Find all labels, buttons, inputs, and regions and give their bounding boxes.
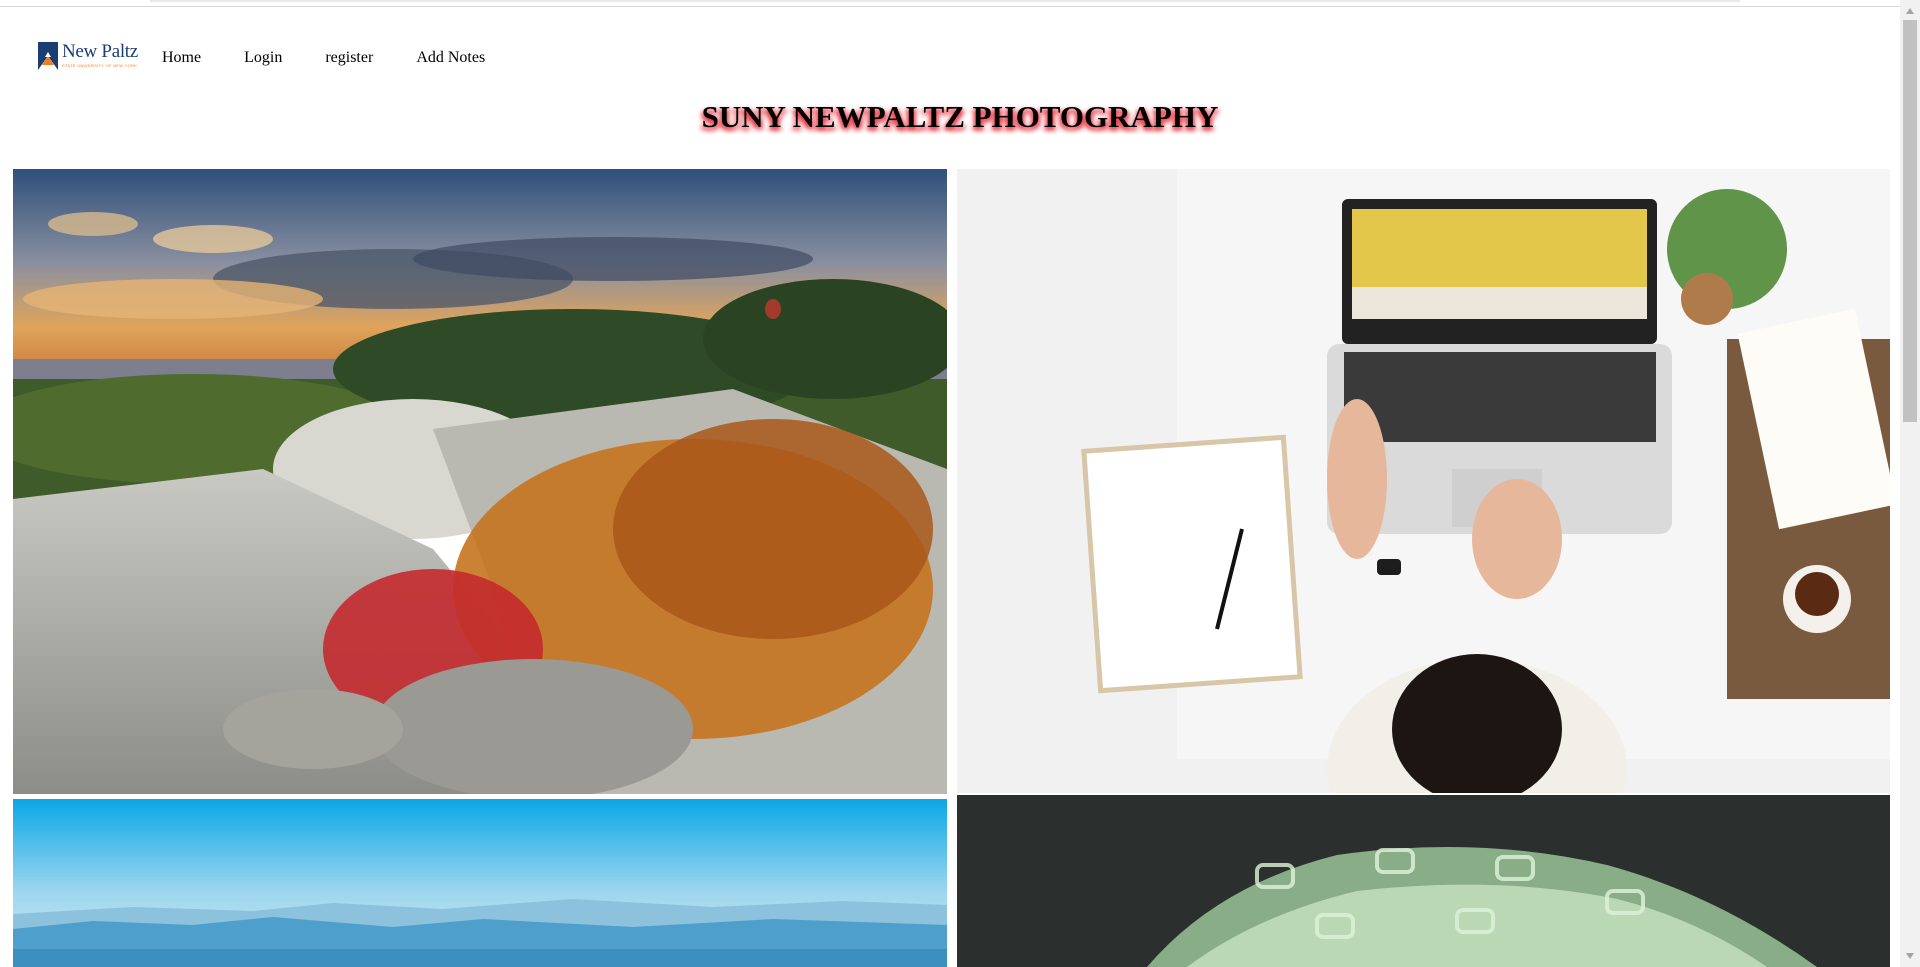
gallery-photo-blue-mountains[interactable] (13, 799, 947, 967)
gallery-photo-green-links[interactable] (957, 795, 1890, 967)
laptop-desk-image (957, 169, 1890, 793)
nav-link-add-notes[interactable]: Add Notes (416, 36, 485, 80)
autumn-ridge-image (13, 169, 947, 794)
green-links-image (957, 795, 1890, 967)
blue-mountains-image (13, 799, 947, 967)
scroll-up-arrow-icon[interactable] (1906, 8, 1914, 14)
logo-mark-icon (38, 42, 58, 70)
scroll-down-arrow-icon[interactable] (1906, 953, 1914, 959)
main-nav: New Paltz STATE UNIVERSITY OF NEW YORK H… (38, 36, 528, 80)
scrollbar-thumb[interactable] (1903, 20, 1917, 422)
logo-text: New Paltz STATE UNIVERSITY OF NEW YORK (62, 42, 138, 69)
nav-link-register[interactable]: register (325, 36, 373, 80)
gallery-photo-autumn-ridge[interactable] (13, 169, 947, 794)
gallery-photo-laptop-desk[interactable] (957, 169, 1890, 793)
logo-tagline: STATE UNIVERSITY OF NEW YORK (62, 63, 138, 68)
nav-link-home[interactable]: Home (162, 36, 201, 80)
top-edge-shade (150, 0, 1740, 2)
nav-link-login[interactable]: Login (244, 36, 282, 80)
browser-top-edge (0, 0, 1900, 7)
page-title: SUNY NEWPALTZ PHOTOGRAPHY (701, 99, 1219, 134)
logo-wordmark: New Paltz (62, 41, 138, 62)
new-paltz-logo[interactable]: New Paltz STATE UNIVERSITY OF NEW YORK (38, 42, 148, 74)
page-scrollbar[interactable] (1900, 0, 1920, 967)
